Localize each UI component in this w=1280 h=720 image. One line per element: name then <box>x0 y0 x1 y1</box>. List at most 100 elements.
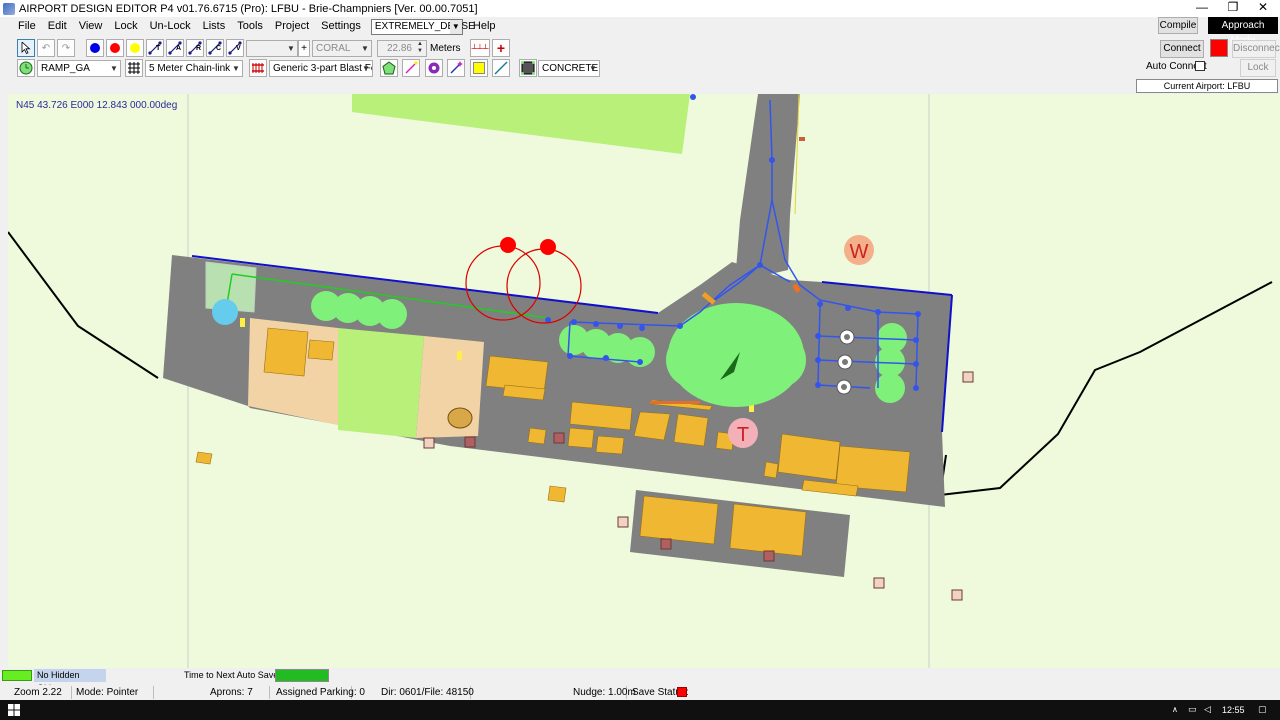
undo-button[interactable]: ↶ <box>37 39 55 57</box>
connect-button[interactable]: Connect <box>1160 40 1204 58</box>
clock-time[interactable]: 12:55 <box>1222 705 1245 715</box>
menu-bar: File Edit View Lock Un-Lock Lists Tools … <box>0 17 1280 36</box>
node-letter-v: V <box>236 45 241 52</box>
fence-type-select[interactable]: 5 Meter Chain-link with be ▼ <box>145 60 243 77</box>
chevron-down-icon: ▼ <box>230 61 242 76</box>
redo-icon: ↷ <box>61 42 71 54</box>
taxi-node-v-button[interactable]: V <box>226 39 244 57</box>
lock-button[interactable]: Lock <box>1240 59 1276 77</box>
yellow-square-icon <box>473 62 485 74</box>
airport-map[interactable]: W T <box>8 94 1280 668</box>
light-line-tool-button[interactable] <box>402 59 420 77</box>
save-status-indicator <box>677 687 687 697</box>
add-layer-button[interactable]: + <box>298 40 310 57</box>
cursor-coordinates: N45 43.726 E000 12.843 000.00deg <box>16 100 178 111</box>
chevron-down-icon: ▼ <box>361 44 369 53</box>
menu-file[interactable]: File <box>12 17 42 36</box>
units-label: Meters <box>430 43 461 54</box>
polygon-tool-button[interactable] <box>380 59 398 77</box>
menu-edit[interactable]: Edit <box>42 17 73 36</box>
fence-grid-icon <box>128 62 140 74</box>
disconnect-button[interactable]: Disconnec <box>1232 40 1280 58</box>
ruler-icon: ┴┴┴ <box>471 43 489 53</box>
yellow-square-tool-button[interactable] <box>470 59 488 77</box>
small-object[interactable] <box>799 137 805 141</box>
connection-status-indicator <box>1210 39 1228 57</box>
blast-fence-value: Generic 3-part Blast Fence <box>273 63 372 74</box>
compile-button[interactable]: Compile <box>1158 17 1198 34</box>
menu-unlock[interactable]: Un-Lock <box>144 17 197 36</box>
chevron-down-icon: ▼ <box>449 19 462 34</box>
grass-area[interactable] <box>338 328 424 438</box>
red-node-button[interactable] <box>106 39 124 57</box>
node-letter-r: R <box>196 45 202 52</box>
width-input[interactable]: 22.86 ▲ ▼ <box>377 40 427 57</box>
chevron-down-icon: ▼ <box>110 64 118 73</box>
close-button[interactable]: ✕ <box>1248 0 1278 17</box>
menu-project[interactable]: Project <box>269 17 315 36</box>
redo-button[interactable]: ↷ <box>57 39 75 57</box>
apron-tool-button[interactable] <box>519 59 537 77</box>
map-canvas[interactable]: W T N45 43.726 E000 12.843 000.00deg <box>8 94 1280 668</box>
grass-field[interactable] <box>352 94 690 154</box>
blue-node-button[interactable] <box>86 39 104 57</box>
marker <box>457 351 462 360</box>
fence-tool-button[interactable] <box>125 59 143 77</box>
taskbar: ∧ ▭ ◁ 12:55 ▢ <box>0 700 1280 720</box>
marker <box>240 318 245 327</box>
taxi-node-a-button[interactable]: A <box>166 39 184 57</box>
windows-start-icon[interactable] <box>8 704 20 716</box>
taxi-node-r-button[interactable]: R <box>186 39 204 57</box>
crosshair-button[interactable]: + <box>492 39 510 57</box>
hidden-objects-label[interactable]: No Hidden Objects <box>34 669 106 693</box>
maximize-button[interactable]: ❐ <box>1218 0 1248 17</box>
blast-fence-tool-button[interactable] <box>249 59 267 77</box>
helipad-circle[interactable] <box>212 299 238 325</box>
menu-view[interactable]: View <box>73 17 109 36</box>
spinner-icon: ▲ ▼ <box>417 41 423 54</box>
pointer-tool-button[interactable] <box>17 39 35 57</box>
blast-fence-select[interactable]: Generic 3-part Blast Fence ▼ <box>269 60 373 77</box>
network-icon[interactable]: ▭ <box>1188 704 1197 715</box>
ramp-tool-button[interactable] <box>17 59 35 77</box>
windsock-label: W <box>850 241 869 263</box>
surface-select[interactable]: CONCRETE ▼ <box>538 60 600 77</box>
blast-fence-icon <box>252 63 264 73</box>
volume-icon[interactable]: ◁ <box>1204 704 1211 715</box>
chevron-down-icon: ▼ <box>362 64 370 73</box>
status-bar: Zoom 2.22 Mode: Pointer Aprons: 7 Assign… <box>0 685 1280 700</box>
menu-settings[interactable]: Settings <box>315 17 367 36</box>
chevron-down-icon: ▼ <box>287 44 295 53</box>
ramp-type-select[interactable]: RAMP_GA ▼ <box>37 60 121 77</box>
object-tool-button[interactable] <box>425 59 443 77</box>
apron-icon <box>521 61 535 75</box>
sparkle-line-icon <box>450 61 463 74</box>
minimize-button[interactable]: — <box>1187 0 1217 17</box>
fence-line[interactable] <box>939 281 1273 496</box>
line-tool-button[interactable] <box>492 59 510 77</box>
density-select[interactable]: EXTREMELY_DENSE ▼ <box>370 18 475 35</box>
layer-select[interactable]: ▼ <box>246 40 298 57</box>
gear-object-icon <box>428 62 440 74</box>
auto-save-progress <box>275 669 329 682</box>
yellow-node-button[interactable] <box>126 39 144 57</box>
notification-icon[interactable]: ▢ <box>1258 704 1267 715</box>
chevron-down-icon: ▼ <box>589 64 597 73</box>
surface-color-select[interactable]: CORAL ▼ <box>312 40 372 57</box>
menu-lists[interactable]: Lists <box>197 17 232 36</box>
taxi-node-t-button[interactable]: T <box>146 39 164 57</box>
node-letter-t: T <box>156 45 161 52</box>
sparkle-line-tool-button[interactable] <box>447 59 465 77</box>
menu-lock[interactable]: Lock <box>108 17 143 36</box>
assigned-parking-status: Assigned Parking: 0 <box>272 686 365 699</box>
auto-connect-checkbox[interactable] <box>1195 61 1205 71</box>
menu-tools[interactable]: Tools <box>231 17 269 36</box>
node-letter-a: A <box>176 45 182 52</box>
approach-mode-button[interactable]: Approach Mode <box>1208 17 1278 46</box>
round-building[interactable] <box>447 407 473 429</box>
ruler-button[interactable]: ┴┴┴ <box>470 39 490 57</box>
taxi-node-c-button[interactable]: C <box>206 39 224 57</box>
tray-up-icon[interactable]: ∧ <box>1172 705 1178 714</box>
fence-line[interactable] <box>8 231 159 379</box>
taxiway-surface[interactable] <box>735 94 800 282</box>
